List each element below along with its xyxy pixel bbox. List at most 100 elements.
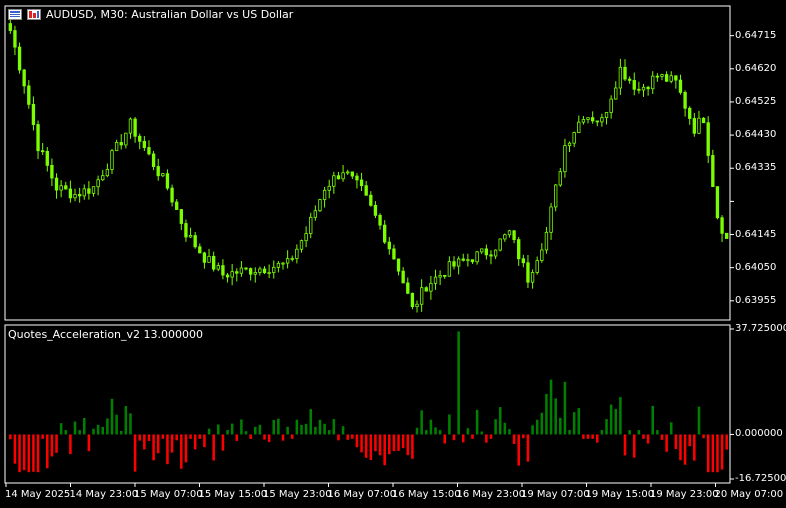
indicator-bar bbox=[540, 412, 544, 435]
candle-body bbox=[544, 231, 549, 251]
candle-body bbox=[396, 258, 401, 272]
candle-body bbox=[82, 188, 86, 197]
indicator-bar bbox=[193, 434, 197, 450]
indicator-bar bbox=[406, 434, 410, 456]
indicator-bar bbox=[180, 434, 183, 469]
candle-body bbox=[91, 186, 96, 194]
candle-body bbox=[54, 177, 59, 191]
price-label: 0.64050 bbox=[735, 261, 777, 273]
candle-body bbox=[336, 175, 341, 180]
candle-body bbox=[683, 91, 687, 109]
candle-body bbox=[59, 185, 63, 191]
indicator-bar bbox=[568, 430, 571, 435]
indicator-label: -16.725000 bbox=[735, 473, 786, 484]
time-label: 16 May 23:00 bbox=[456, 489, 526, 500]
indicator-bar bbox=[364, 434, 368, 458]
candle-body bbox=[641, 86, 646, 91]
candle-body bbox=[165, 173, 170, 189]
indicator-bar bbox=[32, 434, 35, 472]
indicator-bar bbox=[457, 331, 460, 435]
candle-body bbox=[387, 241, 391, 250]
candle-body bbox=[618, 66, 623, 89]
indicator-bar bbox=[720, 434, 724, 470]
indicator-bar bbox=[207, 428, 211, 435]
candle-body bbox=[110, 150, 114, 170]
candle-body bbox=[235, 271, 239, 274]
candle-body bbox=[267, 272, 271, 274]
candle-body bbox=[221, 265, 225, 276]
indicator-bar bbox=[461, 434, 465, 443]
indicator-bar bbox=[253, 426, 257, 435]
candle-body bbox=[401, 270, 405, 284]
indicator-bar bbox=[217, 424, 220, 435]
candle-body bbox=[415, 303, 419, 308]
indicator-bar bbox=[138, 434, 141, 441]
candle-body bbox=[128, 118, 133, 134]
indicator-bar bbox=[175, 434, 178, 441]
candle-body bbox=[309, 216, 313, 234]
chart-window[interactable]: AUDUSD, M30: Australian Dollar vs US Dol… bbox=[0, 0, 786, 508]
indicator-label: 37.725000 bbox=[735, 323, 786, 334]
indicator-bar bbox=[397, 434, 400, 451]
candle-body bbox=[669, 75, 673, 82]
candle-body bbox=[64, 185, 68, 190]
candle-body bbox=[193, 235, 197, 248]
indicator-bar bbox=[623, 434, 627, 456]
time-label: 15 May 23:00 bbox=[263, 489, 332, 500]
candle-body bbox=[272, 266, 276, 273]
candle-body bbox=[8, 23, 12, 31]
candle-body bbox=[202, 252, 207, 263]
indicator-bar bbox=[355, 434, 359, 448]
candle-body bbox=[503, 234, 507, 240]
indicator-bar bbox=[337, 434, 340, 441]
indicator-bar bbox=[674, 434, 678, 450]
indicator-bar bbox=[716, 434, 719, 473]
indicator-bar bbox=[18, 434, 21, 473]
time-label: 16 May 07:00 bbox=[327, 489, 397, 500]
indicator-bar bbox=[115, 414, 118, 435]
indicator-bar bbox=[119, 430, 123, 435]
candle-body bbox=[614, 87, 618, 100]
candle-body bbox=[50, 164, 54, 179]
indicator-bar bbox=[235, 434, 239, 441]
indicator-bar bbox=[665, 434, 668, 452]
candle-body bbox=[512, 230, 516, 241]
candle-body bbox=[225, 274, 230, 278]
indicator-bar bbox=[110, 398, 114, 435]
candle-body bbox=[725, 232, 729, 239]
indicator-bar bbox=[300, 424, 303, 435]
indicator-bar bbox=[314, 426, 317, 435]
indicator-bar bbox=[651, 405, 655, 435]
indicator-bar bbox=[480, 431, 484, 435]
candle-body bbox=[346, 171, 350, 174]
indicator-bar bbox=[706, 434, 710, 473]
candle-body bbox=[678, 79, 683, 93]
chart-canvas[interactable] bbox=[0, 0, 786, 508]
candle-body bbox=[36, 124, 40, 152]
candle-body bbox=[623, 66, 627, 80]
candle-body bbox=[535, 260, 539, 273]
candle-body bbox=[517, 239, 521, 260]
candle-body bbox=[87, 188, 91, 194]
indicator-bar bbox=[522, 434, 525, 439]
candle-body bbox=[230, 271, 234, 278]
price-label: 0.64145 bbox=[735, 228, 777, 240]
candle-body bbox=[262, 268, 267, 274]
indicator-bar bbox=[577, 408, 581, 435]
indicator-bar bbox=[411, 434, 414, 459]
indicator-bar bbox=[96, 424, 100, 435]
indicator-bar bbox=[378, 434, 382, 456]
candle-body bbox=[637, 88, 641, 91]
price-label: 0.64715 bbox=[735, 29, 777, 41]
time-label: 14 May 23:00 bbox=[69, 489, 139, 500]
candle-body bbox=[526, 262, 530, 283]
candle-body bbox=[692, 118, 697, 134]
indicator-bar bbox=[535, 419, 539, 435]
indicator-bar bbox=[82, 417, 86, 435]
price-label: 0.63955 bbox=[735, 294, 777, 306]
candle-body bbox=[114, 142, 119, 152]
indicator-bar bbox=[438, 430, 442, 435]
candle-body bbox=[207, 255, 211, 263]
candle-body bbox=[604, 112, 609, 118]
indicator-bar bbox=[669, 422, 673, 435]
